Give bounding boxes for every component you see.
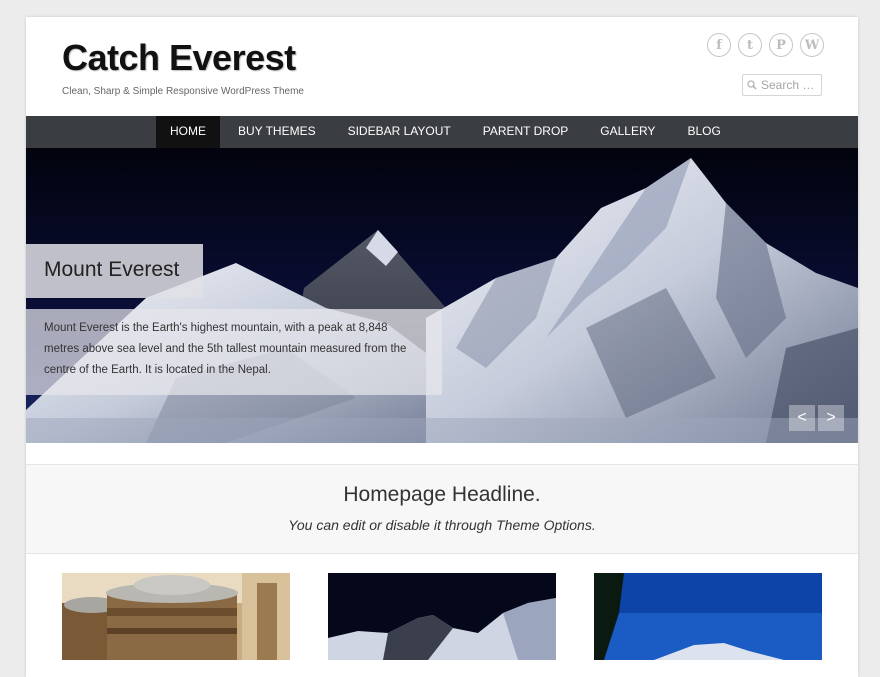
nav-item-parent-drop[interactable]: PARENT DROP bbox=[469, 116, 583, 148]
nav-item-gallery[interactable]: GALLERY bbox=[586, 116, 669, 148]
homepage-headline-section: Homepage Headline. You can edit or disab… bbox=[26, 464, 858, 554]
site-title[interactable]: Catch Everest bbox=[62, 37, 296, 79]
slider-next-button[interactable]: > bbox=[818, 405, 844, 431]
twitter-icon[interactable]: t bbox=[738, 33, 762, 57]
pinterest-icon[interactable]: P bbox=[769, 33, 793, 57]
homepage-subheadline: You can edit or disable it through Theme… bbox=[288, 517, 596, 533]
search-icon bbox=[747, 80, 757, 90]
site-description: Clean, Sharp & Simple Responsive WordPre… bbox=[62, 86, 304, 97]
search-input[interactable] bbox=[761, 78, 823, 92]
nav-item-sidebar-layout[interactable]: SIDEBAR LAYOUT bbox=[334, 116, 465, 148]
slider-prev-button[interactable]: < bbox=[789, 405, 815, 431]
slide-excerpt: Mount Everest is the Earth's highest mou… bbox=[26, 309, 442, 395]
featured-image-everest[interactable] bbox=[328, 573, 556, 660]
social-links: f t P W bbox=[707, 33, 824, 57]
page-container: Catch Everest Clean, Sharp & Simple Resp… bbox=[26, 17, 858, 677]
homepage-headline: Homepage Headline. bbox=[343, 483, 541, 506]
slide-title[interactable]: Mount Everest bbox=[26, 244, 203, 298]
slider-controls: < > bbox=[789, 405, 844, 431]
wordpress-icon[interactable]: W bbox=[800, 33, 824, 57]
featured-image-prayer-wheels[interactable] bbox=[62, 573, 290, 660]
search-box bbox=[742, 74, 823, 96]
nav-item-home[interactable]: HOME bbox=[156, 116, 220, 148]
facebook-icon[interactable]: f bbox=[707, 33, 731, 57]
featured-image-blue-sky-peak[interactable] bbox=[594, 573, 822, 660]
nav-item-buy-themes[interactable]: BUY THEMES bbox=[224, 116, 330, 148]
nav-item-blog[interactable]: BLOG bbox=[673, 116, 734, 148]
main-nav: HOME BUY THEMES SIDEBAR LAYOUT PARENT DR… bbox=[26, 116, 858, 148]
featured-slider[interactable]: Mount Everest Mount Everest is the Earth… bbox=[26, 148, 858, 443]
